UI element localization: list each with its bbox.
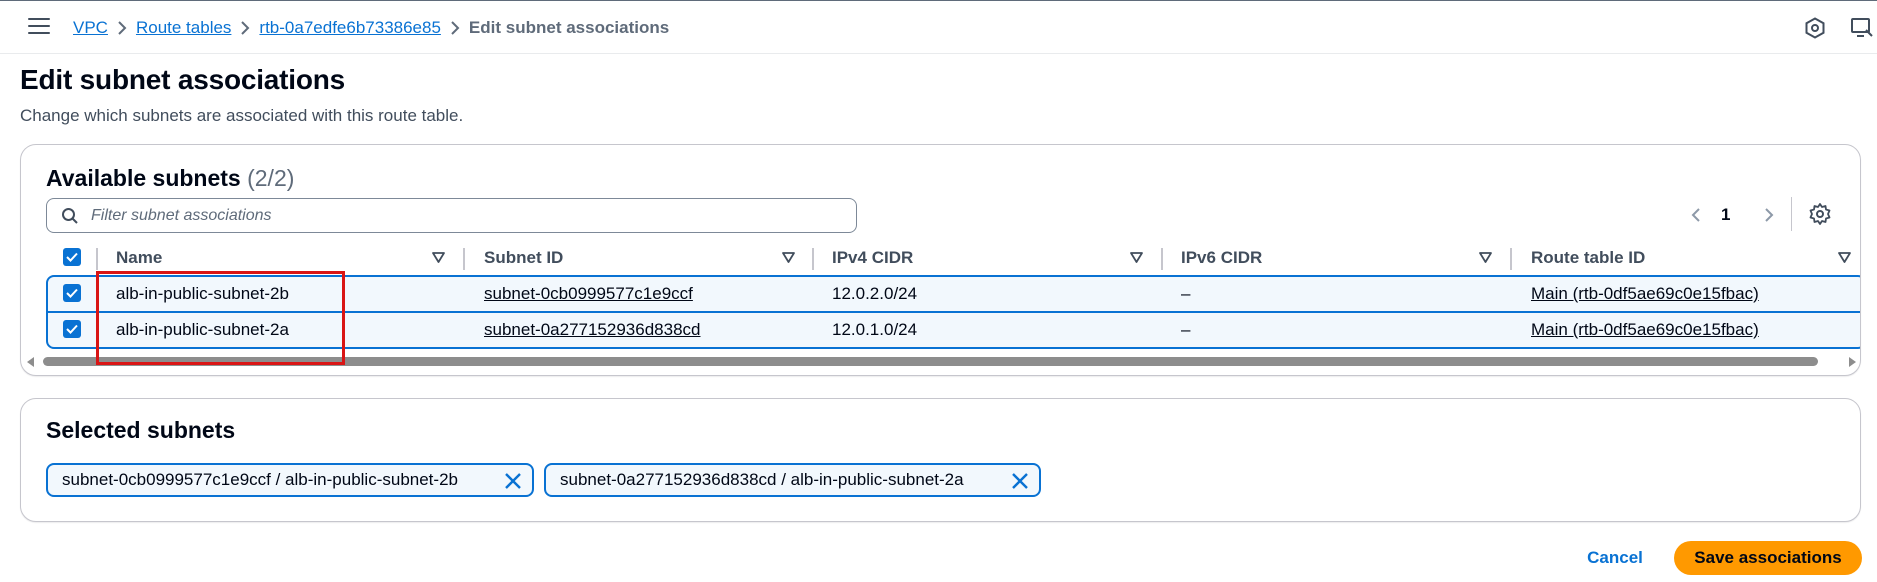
token-label: subnet-0a277152936d838cd / alb-in-public… xyxy=(560,470,964,489)
page-title: Edit subnet associations xyxy=(20,64,346,95)
sort-caret-down-icon[interactable] xyxy=(432,252,445,263)
select-all-checkbox[interactable] xyxy=(63,248,81,266)
route-table-link[interactable]: Main (rtb-0df5ae69c0e15fbac) xyxy=(1531,277,1759,311)
available-subnets-count: (2/2) xyxy=(247,165,295,191)
search-icon xyxy=(62,208,78,224)
chevron-left-icon[interactable] xyxy=(1691,207,1701,223)
breadcrumb-vpc[interactable]: VPC xyxy=(73,18,108,38)
column-header-subnet-id[interactable]: Subnet ID xyxy=(484,240,563,276)
selected-subnets-panel: Selected subnets subnet-0cb0999577c1e9cc… xyxy=(20,398,1861,522)
breadcrumb-current: Edit subnet associations xyxy=(468,18,670,37)
row-checkbox[interactable] xyxy=(63,320,81,338)
column-divider xyxy=(1510,248,1512,270)
available-subnets-heading: Available subnets xyxy=(46,165,241,191)
cancel-button[interactable]: Cancel xyxy=(1575,542,1655,574)
chevron-right-icon xyxy=(231,20,259,36)
close-icon[interactable] xyxy=(1011,472,1029,490)
sort-caret-down-icon[interactable] xyxy=(1130,252,1143,263)
sort-caret-down-icon[interactable] xyxy=(1479,252,1492,263)
selected-subnet-token: subnet-0a277152936d838cd / alb-in-public… xyxy=(544,463,1041,497)
subnet-id-link[interactable]: subnet-0a277152936d838cd xyxy=(484,313,700,347)
scroll-right-icon[interactable] xyxy=(1848,357,1856,367)
sort-caret-down-icon[interactable] xyxy=(782,252,795,263)
column-header-ipv4-cidr[interactable]: IPv4 CIDR xyxy=(832,240,913,276)
column-header-ipv6-cidr[interactable]: IPv6 CIDR xyxy=(1181,240,1262,276)
cell-ipv6-cidr: – xyxy=(1181,320,1191,339)
available-subnets-title: Available subnets (2/2) xyxy=(46,165,294,192)
column-divider xyxy=(1161,248,1163,270)
chevron-right-icon[interactable] xyxy=(1764,207,1774,223)
breadcrumb-route-tables[interactable]: Route tables xyxy=(136,18,231,38)
row-checkbox[interactable] xyxy=(63,284,81,302)
column-divider xyxy=(463,248,465,270)
close-icon[interactable] xyxy=(504,472,522,490)
chevron-right-icon xyxy=(441,20,469,36)
feedback-screen-icon[interactable] xyxy=(1850,16,1874,40)
selected-subnet-token: subnet-0cb0999577c1e9ccf / alb-in-public… xyxy=(46,463,534,497)
column-divider xyxy=(96,248,98,270)
annotation-highlight-box xyxy=(96,271,345,365)
scroll-left-icon[interactable] xyxy=(27,357,35,367)
subnet-id-link[interactable]: subnet-0cb0999577c1e9ccf xyxy=(484,277,693,311)
chevron-right-icon xyxy=(108,20,136,36)
gear-icon[interactable] xyxy=(1808,202,1832,226)
help-hexagon-icon[interactable] xyxy=(1803,16,1827,40)
token-label: subnet-0cb0999577c1e9ccf / alb-in-public… xyxy=(62,470,458,489)
route-table-link[interactable]: Main (rtb-0df5ae69c0e15fbac) xyxy=(1531,313,1759,347)
page-description: Change which subnets are associated with… xyxy=(20,106,464,125)
cell-ipv4-cidr: 12.0.1.0/24 xyxy=(832,320,918,339)
sort-caret-down-icon[interactable] xyxy=(1838,252,1851,263)
column-header-route-table-id[interactable]: Route table ID xyxy=(1531,240,1645,276)
page-number[interactable]: 1 xyxy=(1721,205,1730,225)
breadcrumb-route-table-id[interactable]: rtb-0a7edfe6b73386e85 xyxy=(259,18,441,38)
filter-box xyxy=(46,198,857,233)
selected-subnets-title: Selected subnets xyxy=(46,417,236,443)
breadcrumb: VPC Route tables rtb-0a7edfe6b73386e85 E… xyxy=(73,16,669,40)
save-associations-button[interactable]: Save associations xyxy=(1674,541,1862,575)
filter-subnet-input[interactable] xyxy=(91,204,831,228)
hamburger-menu-icon[interactable] xyxy=(28,18,50,36)
cell-ipv4-cidr: 12.0.2.0/24 xyxy=(832,284,918,303)
column-divider xyxy=(812,248,814,270)
cell-ipv6-cidr: – xyxy=(1181,284,1191,303)
pager-divider xyxy=(1791,197,1792,231)
top-navigation-bar: VPC Route tables rtb-0a7edfe6b73386e85 E… xyxy=(0,0,1877,54)
